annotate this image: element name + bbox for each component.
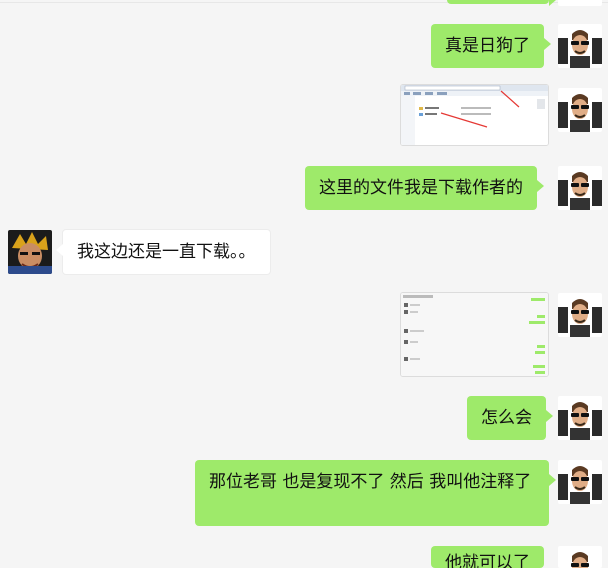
avatar-image	[8, 230, 52, 274]
image-message[interactable]	[400, 292, 549, 377]
self-avatar[interactable]	[558, 0, 602, 6]
avatar-image	[558, 24, 602, 68]
message-text: 这里的文件我是下载作者的	[319, 178, 523, 198]
message-text: 真是日狗了	[445, 36, 530, 56]
avatar-image	[558, 88, 602, 132]
message-text: 怎么会	[481, 408, 532, 428]
message-bubble-outgoing[interactable]	[447, 0, 556, 6]
image-message[interactable]	[400, 84, 549, 146]
message-bubble-outgoing[interactable]: 怎么会	[467, 396, 553, 440]
self-avatar[interactable]	[558, 24, 602, 68]
self-avatar[interactable]	[558, 396, 602, 440]
self-avatar[interactable]	[558, 166, 602, 210]
message-bubble-outgoing[interactable]: 那位老哥 也是复现不了 然后 我叫他注释了	[195, 460, 556, 526]
message-bubble-incoming[interactable]: 我这边还是一直下载。。	[56, 229, 271, 275]
message-bubble-outgoing[interactable]: 这里的文件我是下载作者的	[305, 166, 544, 210]
avatar-image	[558, 460, 602, 504]
avatar-image	[558, 0, 602, 6]
self-avatar[interactable]	[558, 460, 602, 504]
message-bubble-outgoing[interactable]: 他就可以了	[431, 546, 544, 568]
message-bubble-outgoing[interactable]: 真是日狗了	[431, 24, 551, 68]
message-text: 那位老哥 也是复现不了 然后 我叫他注释了	[209, 472, 532, 492]
self-avatar[interactable]	[558, 293, 602, 337]
contact-avatar[interactable]	[8, 230, 52, 274]
message-text: 我这边还是一直下载。。	[77, 242, 256, 262]
file-explorer-thumbnail	[401, 85, 548, 145]
avatar-image	[558, 293, 602, 337]
self-avatar[interactable]	[558, 88, 602, 132]
avatar-image	[558, 166, 602, 210]
avatar-image	[558, 546, 602, 568]
avatar-image	[558, 396, 602, 440]
self-avatar[interactable]	[558, 546, 602, 568]
message-text: 他就可以了	[445, 553, 530, 568]
chat-screenshot-thumbnail	[401, 293, 548, 376]
